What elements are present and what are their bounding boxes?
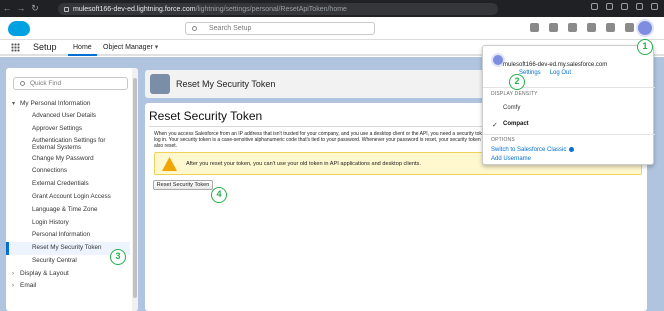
profile-icon[interactable] bbox=[636, 3, 643, 10]
reset-security-token-button[interactable]: Reset Security Token bbox=[153, 180, 213, 190]
search-setup-input[interactable]: Search Setup bbox=[185, 22, 375, 35]
content-heading: Reset Security Token bbox=[149, 109, 263, 123]
header-utility-icons bbox=[530, 23, 634, 32]
sidebar-item-change-my-password[interactable]: Change My Password bbox=[6, 153, 130, 166]
chevron-right-icon: › bbox=[12, 270, 14, 277]
address-bar[interactable]: mulesoft166-dev-ed.lightning.force.com/l… bbox=[58, 3, 498, 15]
section-label: Email bbox=[20, 281, 37, 289]
salesforce-logo[interactable] bbox=[8, 21, 30, 36]
sidebar-item-personal-information[interactable]: Personal Information bbox=[6, 229, 130, 242]
sidebar-item-grant-account-login-access[interactable]: Grant Account Login Access bbox=[6, 191, 130, 204]
display-density-label: DISPLAY DENSITY bbox=[491, 91, 538, 97]
share-icon[interactable] bbox=[591, 3, 598, 10]
chevron-down-icon: ▾ bbox=[12, 101, 16, 107]
setup-page-icon bbox=[150, 74, 170, 94]
dropdown-links: Settings Log Out bbox=[519, 70, 571, 76]
forward-icon[interactable]: → bbox=[14, 0, 28, 17]
app-launcher-icon[interactable] bbox=[11, 43, 20, 52]
chevron-right-icon: › bbox=[12, 282, 14, 289]
user-profile-dropdown: mulesoft166-dev-ed.my.salesforce.com Set… bbox=[482, 45, 655, 165]
section-label: Display & Layout bbox=[20, 269, 69, 277]
search-icon bbox=[20, 81, 25, 86]
logout-link[interactable]: Log Out bbox=[550, 70, 571, 76]
sidebar-item-external-credentials[interactable]: External Credentials bbox=[6, 178, 130, 191]
sidebar-item-advanced-user-details[interactable]: Advanced User Details bbox=[6, 110, 130, 123]
app-name: Setup bbox=[33, 42, 57, 52]
search-icon bbox=[192, 26, 197, 31]
notifications-bell-icon[interactable] bbox=[625, 23, 634, 32]
sidebar-item-login-history[interactable]: Login History bbox=[6, 217, 130, 230]
global-actions-icon[interactable] bbox=[549, 23, 558, 32]
setup-gear-icon[interactable] bbox=[606, 23, 615, 32]
section-display-layout[interactable]: › Display & Layout bbox=[6, 268, 130, 280]
scrollbar-thumb[interactable] bbox=[133, 78, 137, 298]
step-badge-1: 1 bbox=[637, 39, 653, 55]
page-title: Reset My Security Token bbox=[176, 79, 276, 89]
section-my-personal-information[interactable]: ▾ My Personal Information bbox=[6, 98, 130, 110]
trailhead-icon[interactable] bbox=[568, 23, 577, 32]
add-username-link[interactable]: Add Username bbox=[491, 156, 531, 162]
step-badge-3: 3 bbox=[110, 249, 126, 265]
browser-extension-icons bbox=[591, 3, 658, 10]
warning-icon bbox=[162, 157, 177, 171]
browser-menu-icon[interactable] bbox=[651, 3, 658, 10]
sidebar-item-authentication-settings[interactable]: Authentication Settings for External Sys… bbox=[6, 136, 130, 153]
search-placeholder: Search Setup bbox=[209, 25, 252, 32]
extensions-icon[interactable] bbox=[621, 3, 628, 10]
divider bbox=[483, 134, 655, 135]
setup-sidebar: Quick Find ▾ My Personal Information Adva… bbox=[6, 68, 138, 311]
divider bbox=[483, 87, 655, 88]
favorites-icon[interactable] bbox=[530, 23, 539, 32]
global-header: Search Setup bbox=[0, 17, 664, 40]
browser-toolbar: ← → ↻ mulesoft166-dev-ed.lightning.force… bbox=[0, 0, 664, 17]
reload-icon[interactable]: ↻ bbox=[28, 0, 42, 17]
description-text: When you access Salesforce from an IP ad… bbox=[154, 131, 494, 147]
help-icon[interactable] bbox=[587, 23, 596, 32]
options-label: OPTIONS bbox=[491, 137, 515, 143]
bookmark-star-icon[interactable] bbox=[606, 3, 613, 10]
user-avatar-button[interactable] bbox=[636, 19, 654, 37]
step-badge-2: 2 bbox=[509, 74, 525, 90]
sidebar-scrollbar[interactable] bbox=[132, 68, 138, 311]
sidebar-item-approver-settings[interactable]: Approver Settings bbox=[6, 123, 130, 136]
sidebar-item-language-time-zone[interactable]: Language & Time Zone bbox=[6, 204, 130, 217]
url-host: mulesoft166-dev-ed.lightning.force.com bbox=[73, 5, 196, 13]
lock-icon bbox=[64, 6, 69, 12]
density-option-comfy[interactable]: Comfy bbox=[503, 105, 520, 111]
url-path: /lightning/settings/personal/ResetApiTok… bbox=[195, 5, 347, 13]
quick-find-input[interactable]: Quick Find bbox=[13, 77, 128, 90]
density-option-compact[interactable]: Compact bbox=[503, 121, 529, 127]
tab-object-manager[interactable]: Object Manager bbox=[98, 40, 163, 56]
section-email[interactable]: › Email bbox=[6, 280, 130, 292]
quick-find-placeholder: Quick Find bbox=[30, 80, 62, 87]
warning-text: After you reset your token, you can't us… bbox=[186, 161, 421, 167]
back-icon[interactable]: ← bbox=[0, 0, 14, 17]
section-label: My Personal Information bbox=[20, 100, 91, 107]
switch-to-classic-link[interactable]: Switch to Salesforce Classic bbox=[491, 147, 575, 154]
checkmark-icon: ✓ bbox=[492, 122, 498, 129]
info-icon bbox=[569, 147, 575, 152]
sidebar-item-connections[interactable]: Connections bbox=[6, 165, 130, 178]
switch-to-classic-label: Switch to Salesforce Classic bbox=[491, 147, 567, 154]
step-badge-4: 4 bbox=[211, 187, 227, 203]
tab-home[interactable]: Home bbox=[68, 40, 97, 56]
dropdown-username: mulesoft166-dev-ed.my.salesforce.com bbox=[503, 62, 608, 68]
